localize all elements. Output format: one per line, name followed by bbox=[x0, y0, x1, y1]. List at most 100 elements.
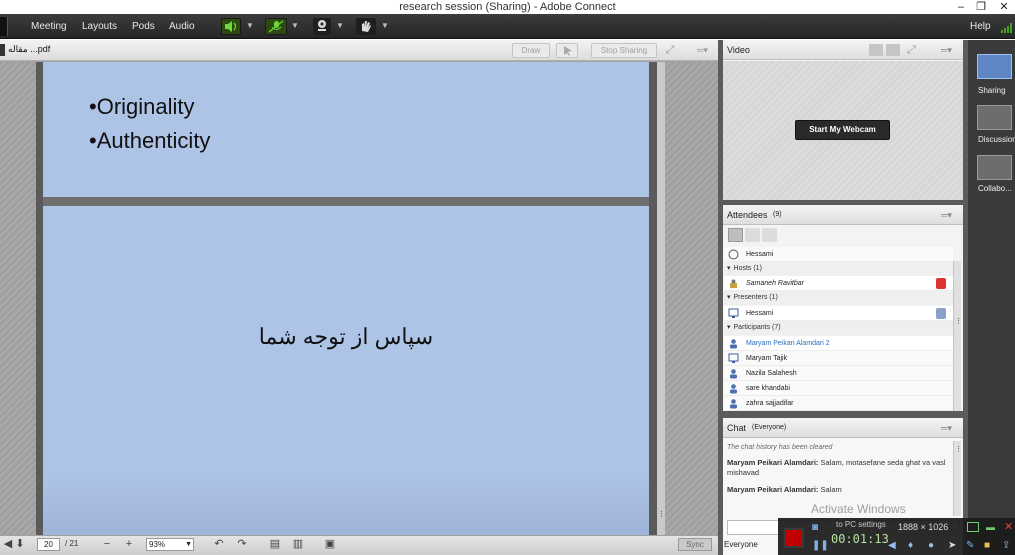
scroll-grip-icon[interactable]: ⋮ bbox=[955, 317, 962, 325]
share-scrollbar[interactable]: ⋮ bbox=[657, 62, 665, 535]
pod-options-icon[interactable]: ═▾ bbox=[941, 40, 952, 60]
layout-thumb-discussion[interactable] bbox=[977, 105, 1012, 130]
microphone-icon[interactable]: ♦ bbox=[908, 540, 922, 552]
layout-thumb-sharing[interactable] bbox=[977, 54, 1012, 79]
pause-icon[interactable]: ❚❚ bbox=[812, 540, 829, 552]
attendee-row[interactable]: sare khandabi bbox=[724, 381, 953, 396]
attendees-scrollbar[interactable]: ⋮ bbox=[953, 261, 962, 411]
pod-options-icon[interactable]: ═▾ bbox=[941, 418, 952, 438]
current-user-row[interactable]: Hessami bbox=[724, 247, 953, 262]
menu-help[interactable]: Help bbox=[970, 14, 991, 39]
chat-sender: Maryam Peikari Alamdari: bbox=[727, 458, 819, 467]
menu-audio[interactable]: Audio bbox=[169, 14, 195, 39]
breakout-icon[interactable] bbox=[745, 228, 760, 242]
group-header-hosts[interactable]: ▾ Hosts (1) bbox=[724, 262, 953, 276]
bullet-text: Originality bbox=[96, 94, 195, 119]
attendee-row[interactable]: Nazila Salahesh bbox=[724, 366, 953, 381]
grid-view-icon[interactable] bbox=[869, 44, 883, 56]
video-pod-title: Video bbox=[727, 45, 750, 55]
video-pod-header: Video ⤢ ═▾ bbox=[723, 40, 963, 60]
volume-icon[interactable]: ◀ bbox=[888, 540, 902, 552]
slide-previous: •Originality •Authenticity bbox=[43, 62, 649, 197]
participant-icon bbox=[728, 338, 739, 349]
minimize-recorder-icon[interactable]: ▬ bbox=[986, 522, 998, 532]
filmstrip-view-icon[interactable] bbox=[886, 44, 900, 56]
attendee-row[interactable]: zahra sajjadifar bbox=[724, 396, 953, 411]
pod-options-icon[interactable]: ═▾ bbox=[941, 205, 952, 225]
layout-label: Discussion bbox=[978, 135, 1015, 144]
camera-icon[interactable]: ◙ bbox=[812, 522, 828, 534]
bullet-text: Authenticity bbox=[96, 128, 211, 153]
fullscreen-icon[interactable]: ⤢ bbox=[907, 43, 921, 57]
redo-icon[interactable]: ↷ bbox=[235, 537, 249, 551]
recording-timer: 00:01:13 bbox=[831, 532, 889, 546]
chat-text: Salam bbox=[820, 485, 842, 494]
microphone-icon bbox=[268, 20, 284, 33]
sync-button[interactable]: Sync bbox=[678, 538, 712, 551]
minimize-button[interactable]: – bbox=[950, 0, 972, 14]
attendee-row[interactable]: Samaneh Ravitbar bbox=[724, 276, 953, 291]
group-label: Presenters (1) bbox=[733, 294, 778, 301]
stop-sharing-button[interactable]: Stop Sharing bbox=[591, 43, 657, 58]
zoom-in-icon[interactable]: + bbox=[122, 537, 136, 551]
undo-icon[interactable]: ↶ bbox=[212, 537, 226, 551]
bullet-item: •Authenticity bbox=[89, 128, 211, 153]
cursor-icon[interactable]: ➤ bbox=[948, 540, 962, 552]
microphone-button[interactable] bbox=[265, 18, 287, 35]
shared-file-name: مقاله ...pdf bbox=[8, 44, 51, 54]
status-menu-caret[interactable]: ▼ bbox=[381, 21, 389, 30]
document-view-icon[interactable]: ▤ bbox=[268, 537, 282, 551]
attendee-row[interactable]: Maryam Peikari Alamdari 2 bbox=[724, 336, 953, 351]
layout-thumb-collaboration[interactable] bbox=[977, 155, 1012, 180]
camera-menu-caret[interactable]: ▼ bbox=[336, 21, 344, 30]
list-view-icon[interactable] bbox=[728, 228, 743, 242]
fit-page-icon[interactable]: ▣ bbox=[323, 537, 337, 551]
speaker-icon bbox=[225, 21, 237, 32]
menu-pods[interactable]: Pods bbox=[132, 14, 155, 39]
layout-label: Collabo... bbox=[978, 184, 1012, 193]
zoom-select[interactable]: 93% ▼ bbox=[146, 538, 194, 551]
attendee-name: Samaneh Ravitbar bbox=[746, 280, 804, 287]
scroll-grip-icon[interactable]: ⋮ bbox=[955, 445, 962, 453]
chat-title: Chat bbox=[727, 423, 747, 433]
restore-button[interactable]: ❐ bbox=[970, 0, 992, 14]
folder-icon[interactable]: ■ bbox=[984, 540, 998, 552]
microphone-menu-caret[interactable]: ▼ bbox=[291, 21, 299, 30]
draw-button[interactable]: Draw bbox=[512, 43, 550, 58]
attendee-status-icon[interactable] bbox=[762, 228, 777, 242]
fullscreen-icon[interactable]: ⤢ bbox=[663, 43, 677, 57]
next-page-icon[interactable]: ⬇ bbox=[13, 537, 27, 551]
stop-recording-button[interactable] bbox=[784, 528, 804, 548]
pointer-button[interactable] bbox=[556, 43, 578, 58]
attendee-view-toolbar bbox=[728, 228, 778, 243]
screen-region-icon[interactable] bbox=[967, 522, 979, 532]
close-button[interactable]: ✕ bbox=[993, 0, 1015, 14]
raise-hand-button[interactable] bbox=[356, 18, 376, 35]
scroll-grip-icon[interactable]: ⋮ bbox=[658, 510, 665, 524]
camera-button[interactable] bbox=[313, 18, 331, 35]
zoom-out-icon[interactable]: − bbox=[100, 537, 114, 551]
pod-options-icon[interactable]: ═▾ bbox=[697, 43, 711, 57]
attendee-row[interactable]: Maryam Tajik bbox=[724, 351, 953, 366]
share-icon[interactable]: ⇪ bbox=[1002, 540, 1015, 552]
chevron-down-icon: ▼ bbox=[185, 541, 192, 548]
menu-layouts[interactable]: Layouts bbox=[82, 14, 117, 39]
close-recorder-icon[interactable]: ✕ bbox=[1004, 520, 1015, 533]
speaker-button[interactable] bbox=[221, 18, 241, 35]
attendee-name: Maryam Tajik bbox=[746, 355, 788, 362]
chat-scrollbar[interactable]: ⋮ bbox=[953, 441, 962, 516]
attendee-name: Hessami bbox=[746, 310, 774, 317]
menu-meeting[interactable]: Meeting bbox=[31, 14, 67, 39]
user-name: Hessami bbox=[746, 251, 774, 258]
start-webcam-button[interactable]: Start My Webcam bbox=[795, 120, 890, 140]
group-header-presenters[interactable]: ▾ Presenters (1) bbox=[724, 291, 953, 305]
chat-recipient-select[interactable]: Everyone bbox=[724, 540, 758, 549]
pen-icon[interactable]: ✎ bbox=[966, 540, 980, 552]
page-number-input[interactable]: 20 bbox=[37, 538, 60, 551]
speaker-menu-caret[interactable]: ▼ bbox=[246, 21, 254, 30]
webcam-toggle-icon[interactable]: ● bbox=[928, 540, 942, 552]
group-header-participants[interactable]: ▾ Participants (7) bbox=[724, 321, 953, 335]
group-label: Hosts (1) bbox=[733, 265, 762, 272]
attendee-row[interactable]: Hessami bbox=[724, 306, 953, 321]
page-layout-icon[interactable]: ▥ bbox=[291, 537, 305, 551]
